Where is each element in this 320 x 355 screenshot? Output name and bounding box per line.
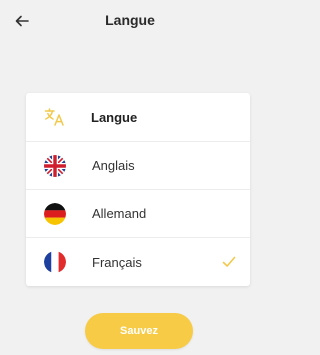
language-option-label: Anglais [92, 158, 135, 173]
language-option-english[interactable]: Anglais [26, 141, 250, 189]
language-heading-row: Langue [26, 93, 250, 141]
germany-flag-icon [44, 202, 66, 225]
language-heading-label: Langue [91, 109, 138, 125]
language-option-german[interactable]: Allemand [26, 189, 250, 237]
language-option-french[interactable]: Français [26, 237, 250, 286]
page-title: Langue [105, 12, 155, 28]
checkmark-icon [222, 256, 236, 267]
language-option-label: Allemand [92, 206, 147, 221]
language-option-label: Français [92, 254, 142, 270]
france-flag-icon [44, 251, 66, 273]
top-bar: Langue [0, 0, 260, 44]
language-screen: Langue Langue Anglais Allemand Français … [0, 0, 260, 355]
save-button[interactable]: Sauvez [85, 313, 193, 349]
uk-flag-icon [44, 154, 66, 177]
translate-icon [44, 106, 66, 128]
language-card: Langue Anglais Allemand Français [26, 93, 250, 286]
